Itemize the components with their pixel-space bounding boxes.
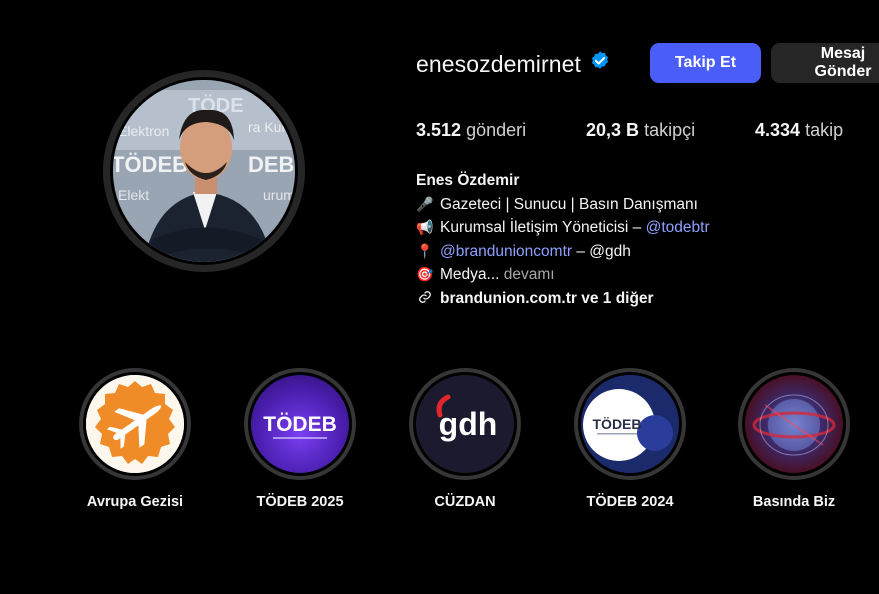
- bio-external-link[interactable]: brandunion.com.tr ve 1 diğer: [416, 287, 710, 311]
- svg-text:Elektron: Elektron: [118, 123, 169, 139]
- bio-line-2: 📢 Kurumsal İletişim Yöneticisi – @todebtr: [416, 216, 710, 240]
- brandunion-mention-link[interactable]: @brandunioncomtr: [440, 243, 572, 260]
- profile-bio: Enes Özdemir 🎤 Gazeteci | Sunucu | Basın …: [416, 170, 710, 310]
- highlight-cover: [83, 372, 187, 476]
- highlight-avrupa-gezisi[interactable]: Avrupa Gezisi: [79, 368, 191, 510]
- profile-avatar[interactable]: TÖDE Elektron ra Kur TÖDEB DEB Elekt uru…: [103, 70, 305, 272]
- airplane-icon: [86, 375, 184, 473]
- bio-line-4: 🎯 Medya... devamı: [416, 263, 710, 287]
- todeb-logo-text: TÖDEB: [263, 413, 337, 436]
- highlight-todeb-2025[interactable]: TÖDEB TÖDEB 2025: [244, 368, 356, 510]
- bio-more-link[interactable]: devamı: [504, 266, 555, 283]
- followers-count[interactable]: 20,3 B takipçi: [586, 120, 695, 141]
- todeb-logo-icon: TÖDEB: [263, 413, 337, 439]
- profile-full-name: Enes Özdemir: [416, 172, 520, 189]
- highlight-label: Basında Biz: [752, 494, 836, 510]
- todeb-logo-icon: TÖDEB: [581, 375, 679, 473]
- highlight-basinda-biz[interactable]: Basında Biz: [738, 368, 850, 510]
- highlight-todeb-2024[interactable]: TÖDEB TÖDEB 2024: [574, 368, 686, 510]
- posts-count: 3.512 gönderi: [416, 120, 526, 141]
- message-button[interactable]: Mesaj Gönder: [771, 43, 879, 83]
- svg-text:ra Kur: ra Kur: [248, 119, 286, 135]
- gdh-logo-icon: gdh: [436, 394, 498, 442]
- gdh-logo-text: gdh: [439, 406, 498, 442]
- todebtr-mention-link[interactable]: @todebtr: [646, 219, 710, 236]
- svg-text:TÖDEB: TÖDEB: [113, 152, 188, 177]
- verified-badge-icon: [589, 50, 611, 78]
- bio-line-2-text: Kurumsal İletişim Yöneticisi –: [440, 219, 646, 236]
- microphone-icon: 🎤: [416, 195, 434, 212]
- target-icon: 🎯: [416, 266, 434, 282]
- highlight-label: Avrupa Gezisi: [86, 494, 184, 510]
- highlight-cover: TÖDEB: [578, 372, 682, 476]
- avatar-photo: TÖDE Elektron ra Kur TÖDEB DEB Elekt uru…: [113, 80, 295, 262]
- highlight-label: TÖDEB 2025: [256, 494, 344, 510]
- external-link-text: brandunion.com.tr ve 1 diğer: [440, 289, 654, 307]
- highlight-cover: gdh: [413, 372, 517, 476]
- profile-username: enesozdemirnet: [416, 50, 582, 77]
- bio-line-4-text: Medya...: [440, 266, 500, 283]
- bio-line-1: 🎤 Gazeteci | Sunucu | Basın Danışmanı: [416, 193, 710, 217]
- highlight-label: CÜZDAN: [434, 494, 496, 510]
- location-pin-icon: 📍: [416, 242, 434, 259]
- followers-label: takipçi: [644, 120, 696, 140]
- posts-value: 3.512: [416, 120, 462, 140]
- svg-text:Elekt: Elekt: [118, 187, 149, 203]
- followers-value: 20,3 B: [586, 120, 640, 140]
- highlight-cover: [742, 372, 846, 476]
- following-value: 4.334: [755, 120, 801, 140]
- svg-text:urum: urum: [263, 187, 295, 203]
- megaphone-icon: 📢: [416, 219, 434, 235]
- avatar: TÖDE Elektron ra Kur TÖDEB DEB Elekt uru…: [110, 77, 298, 265]
- follow-button[interactable]: Takip Et: [650, 43, 761, 83]
- svg-text:DEB: DEB: [248, 152, 294, 177]
- highlight-cover: TÖDEB: [248, 372, 352, 476]
- news-globe-icon: [752, 394, 836, 456]
- following-label: takip: [805, 120, 844, 140]
- posts-label: gönderi: [466, 120, 527, 140]
- highlight-cuzdan[interactable]: gdh CÜZDAN: [409, 368, 521, 510]
- bio-line-3: 📍 @brandunioncomtr – @gdh: [416, 240, 710, 264]
- profile-username-row: enesozdemirnet: [416, 50, 611, 78]
- highlight-label: TÖDEB 2024: [586, 494, 674, 510]
- bio-line-1-text: Gazeteci | Sunucu | Basın Danışmanı: [440, 195, 698, 213]
- todeb-logo-text: TÖDEB: [593, 416, 642, 432]
- bio-line-3-text: – @gdh: [572, 242, 631, 260]
- link-icon: [416, 287, 434, 310]
- following-count[interactable]: 4.334 takip: [755, 120, 843, 141]
